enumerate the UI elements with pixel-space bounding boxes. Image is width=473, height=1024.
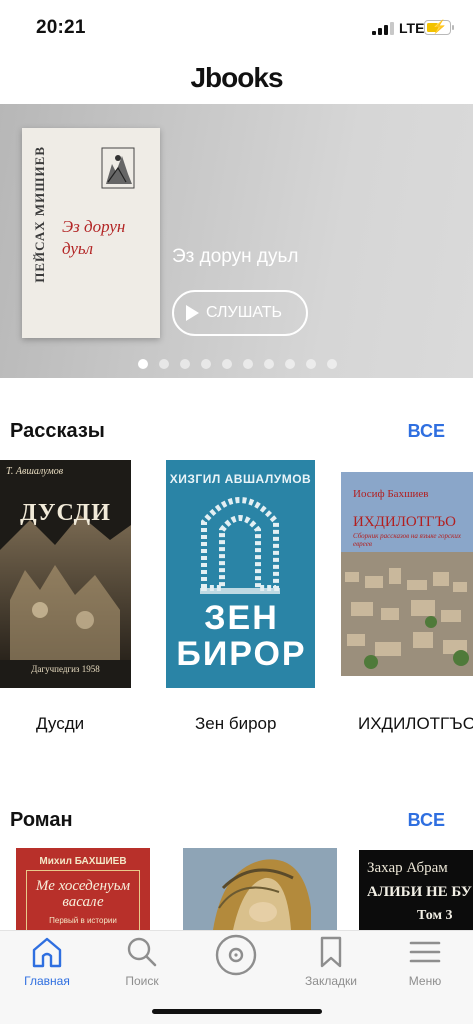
cover-author: Иосиф Бахшиев bbox=[353, 488, 429, 500]
carousel-dot[interactable] bbox=[201, 359, 211, 369]
cover-author: Т. Авшалумов bbox=[6, 466, 64, 477]
carousel-dot[interactable] bbox=[306, 359, 316, 369]
tab-menu-label: Меню bbox=[408, 974, 442, 988]
menu-icon bbox=[409, 941, 441, 963]
cover-author: Захар Абрам bbox=[367, 860, 448, 876]
play-icon bbox=[186, 305, 199, 321]
cover-title: АЛИБИ НЕ БУ bbox=[367, 884, 472, 900]
signal-icon bbox=[372, 22, 394, 35]
hero-cover-author: ПЕЙСАХ МИШИЕВ bbox=[32, 146, 47, 283]
carousel-dot[interactable] bbox=[264, 359, 274, 369]
tab-bookmarks[interactable]: Закладки bbox=[286, 935, 376, 988]
search-icon bbox=[127, 937, 157, 967]
carousel-dot[interactable] bbox=[243, 359, 253, 369]
cover-author: Михил БАХШИЕВ bbox=[39, 856, 127, 867]
carousel-dot[interactable] bbox=[180, 359, 190, 369]
bookmark-icon bbox=[320, 936, 342, 968]
section-title-novels: Роман bbox=[10, 809, 73, 831]
section-title-stories: Рассказы bbox=[10, 420, 105, 442]
disc-icon bbox=[215, 934, 257, 976]
carousel-dot[interactable] bbox=[159, 359, 169, 369]
status-bar: 20:21 LTE ⚡ bbox=[0, 0, 473, 56]
tab-bookmarks-label: Закладки bbox=[305, 974, 357, 988]
carousel-dot[interactable] bbox=[327, 359, 337, 369]
cover-title: Ме хоседенуьм васале bbox=[35, 878, 131, 910]
see-all-novels-button[interactable]: ВСЕ bbox=[408, 810, 445, 831]
carousel-dot[interactable] bbox=[285, 359, 295, 369]
cover-art bbox=[0, 515, 131, 660]
tab-home[interactable]: Главная bbox=[2, 935, 92, 988]
cover-title: ИХДИЛОТГЪО bbox=[353, 514, 456, 530]
listen-button[interactable]: СЛУШАТЬ bbox=[172, 290, 308, 336]
book-label[interactable]: Зен бирор bbox=[195, 714, 276, 734]
cover-art bbox=[183, 848, 337, 930]
carousel-dot[interactable] bbox=[138, 359, 148, 369]
cover-art bbox=[341, 472, 473, 676]
book-cover-novel-3[interactable]: Захар Абрам АЛИБИ НЕ БУ Том 3 bbox=[359, 850, 473, 930]
book-label[interactable]: ИХДИЛОТГЪО bbox=[358, 714, 473, 734]
carousel-pagination bbox=[138, 359, 337, 369]
home-icon bbox=[32, 937, 62, 968]
listen-label: СЛУШАТЬ bbox=[206, 304, 283, 321]
book-cover-zen-biror[interactable]: ХИЗГИЛ АВШАЛУМОВ ЗЕН БИРОР bbox=[166, 460, 315, 688]
cover-subtitle: Том 3 bbox=[417, 908, 453, 923]
status-time: 20:21 bbox=[36, 17, 86, 38]
cover-illustration-icon bbox=[101, 147, 135, 189]
tab-menu[interactable]: Меню bbox=[380, 935, 470, 988]
network-type: LTE bbox=[399, 20, 425, 36]
carousel-dot[interactable] bbox=[222, 359, 232, 369]
hero-cover-title: Эз дорун дуьл bbox=[62, 217, 126, 258]
hero-book-cover[interactable]: ПЕЙСАХ МИШИЕВ Эз дорун дуьл bbox=[22, 128, 160, 338]
book-label[interactable]: Дусди bbox=[36, 714, 84, 734]
cover-subtitle: Первый в истории bbox=[49, 916, 117, 925]
see-all-stories-button[interactable]: ВСЕ bbox=[408, 421, 445, 442]
cover-footer: Дагучпедгиз 1958 bbox=[31, 664, 100, 674]
home-indicator bbox=[152, 1009, 322, 1014]
battery-icon: ⚡ bbox=[424, 19, 451, 35]
cover-title: ДУСДИ bbox=[20, 500, 111, 526]
tab-player[interactable] bbox=[191, 933, 281, 980]
app-title: Jbooks bbox=[190, 62, 283, 93]
book-cover-dusdi[interactable]: Т. Авшалумов ДУСДИ Дагучпедгиз 1958 bbox=[0, 460, 131, 688]
hero-book-title: Эз дорун дуьл bbox=[172, 246, 299, 267]
tab-search[interactable]: Поиск bbox=[97, 935, 187, 988]
cover-subtitle: Сборник рассказов на языке горских еврее… bbox=[353, 532, 462, 548]
hero-carousel[interactable]: ПЕЙСАХ МИШИЕВ Эз дорун дуьл Эз дорун дуь… bbox=[0, 104, 473, 378]
book-cover-ikhdilotgo[interactable]: Иосиф Бахшиев ИХДИЛОТГЪО Сборник рассказ… bbox=[341, 472, 473, 676]
cover-title: ЗЕН БИРОР bbox=[176, 599, 307, 673]
tab-home-label: Главная bbox=[24, 974, 70, 988]
tab-search-label: Поиск bbox=[125, 974, 159, 988]
book-cover-novel-2[interactable] bbox=[183, 848, 337, 930]
book-cover-novel-1[interactable]: Михил БАХШИЕВ Ме хоседенуьм васале Первы… bbox=[16, 848, 150, 930]
